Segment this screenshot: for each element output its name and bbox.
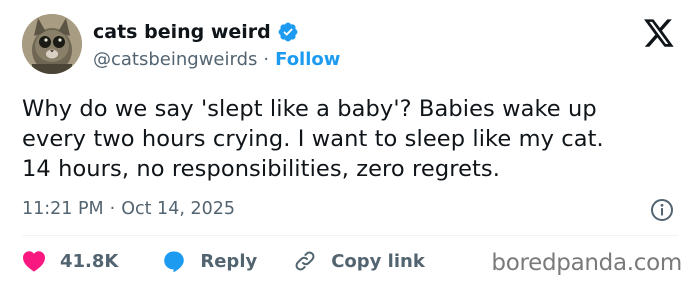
tweet-date: Oct 14, 2025 [121,199,235,219]
handle[interactable]: @catsbeingweirds [93,49,257,70]
reply-button[interactable]: Reply [162,249,257,273]
reply-bubble-icon [164,251,185,273]
display-name[interactable]: cats being weird [93,21,271,43]
copy-link-button[interactable]: Copy link [293,249,425,273]
cat-avatar-image [22,14,82,74]
tweet-time: 11:21 PM [22,199,104,219]
watermark: boredpanda.com [491,250,682,276]
handle-separator: · [263,49,270,70]
heart-icon [23,251,45,272]
reply-label: Reply [200,250,258,272]
tweet-line: Why do we say 'slept like a baby'? Babie… [22,96,597,122]
avatar[interactable] [22,14,82,74]
tweet-line: every two hours crying. I want to sleep … [22,126,604,152]
action-bar: 41.8K Reply Copy link [22,247,425,275]
verified-icon [278,22,298,42]
x-logo-icon[interactable] [643,19,675,49]
tweet-line: 14 hours, no responsibilities, zero regr… [22,156,501,182]
link-icon [295,251,315,271]
timestamp[interactable]: 11:21 PM · Oct 14, 2025 [22,199,235,219]
follow-button[interactable]: Follow [275,49,340,70]
like-count: 41.8K [60,250,119,272]
divider [22,235,678,236]
tweet-text: Why do we say 'slept like a baby'? Babie… [22,94,692,184]
info-icon[interactable] [650,198,674,222]
copy-link-label: Copy link [331,250,425,272]
like-button[interactable]: 41.8K [22,250,118,272]
timestamp-separator: · [109,199,116,219]
